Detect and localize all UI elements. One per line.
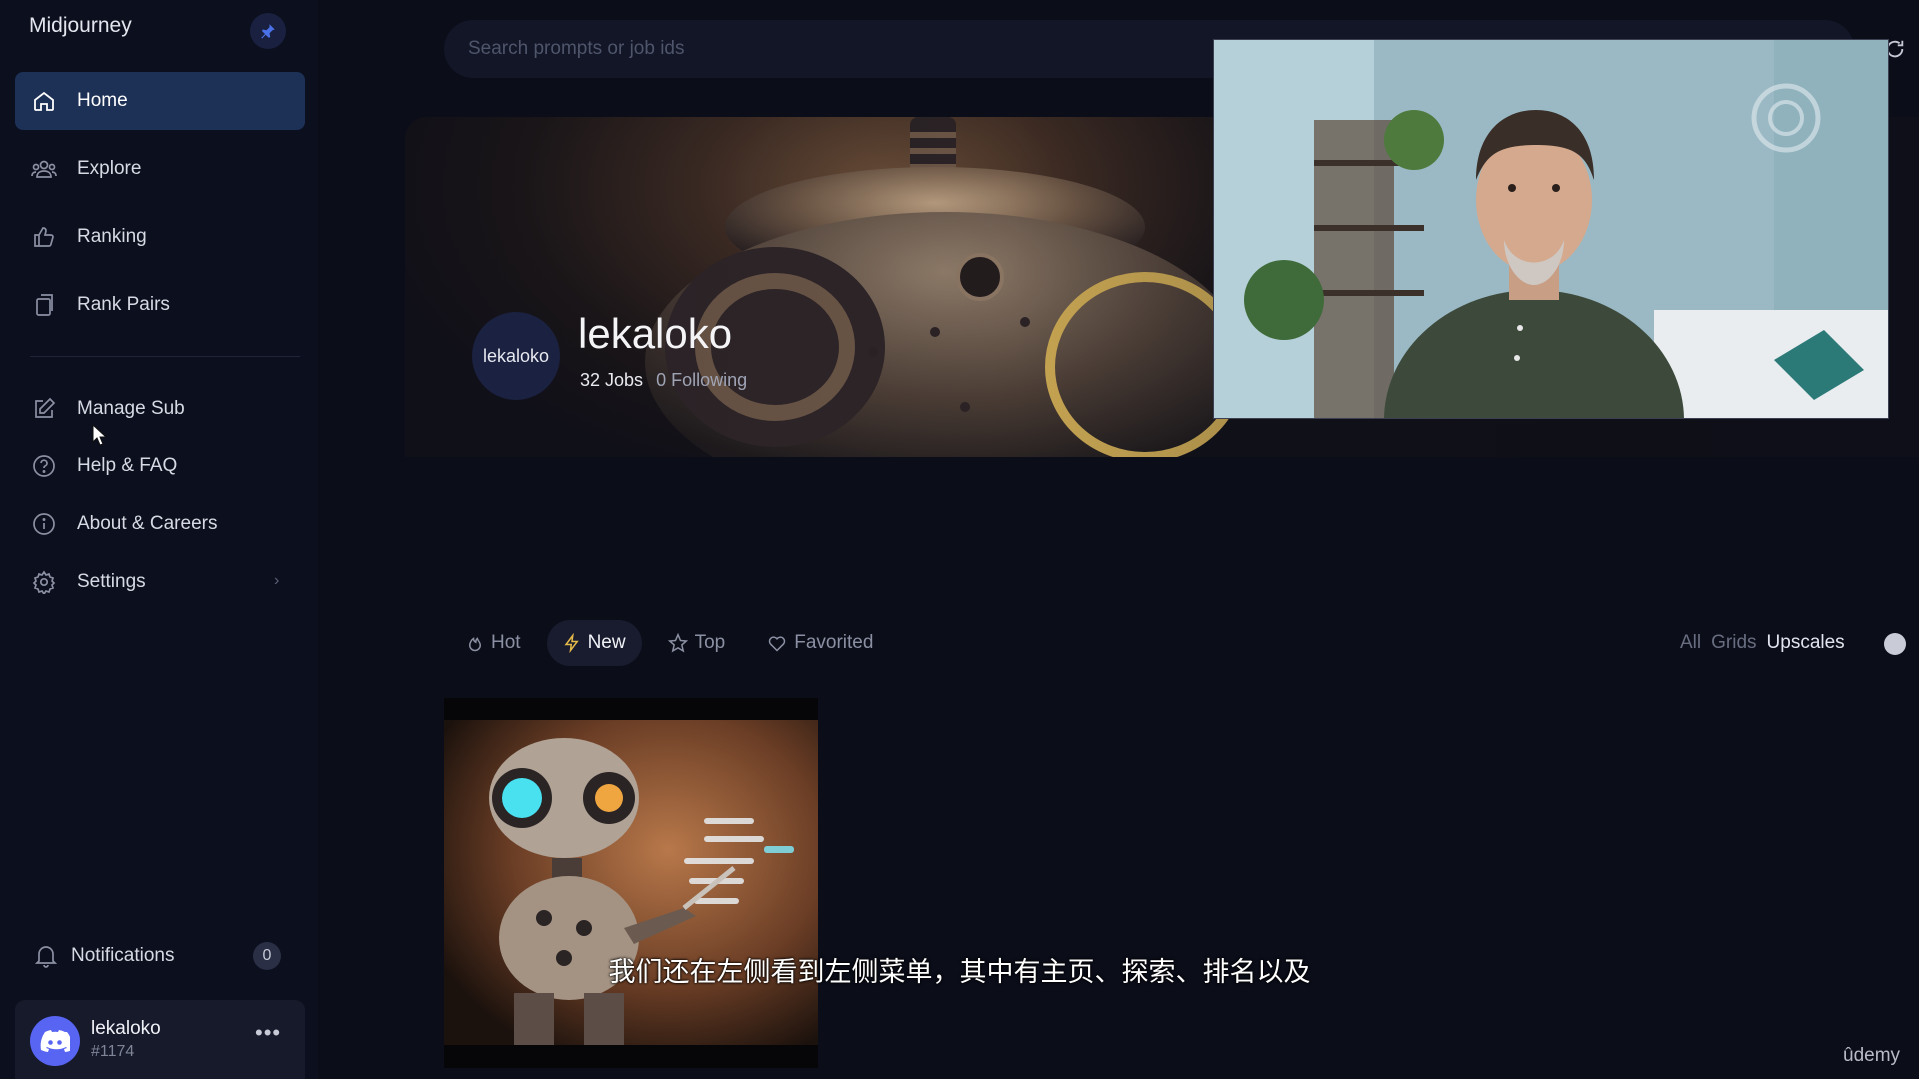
copy-icon [30,291,58,319]
search-input[interactable] [468,20,1068,78]
sidebar-item-manage-sub[interactable]: Manage Sub [15,380,305,438]
sidebar-item-label: Manage Sub [77,398,185,419]
gear-icon [30,568,58,596]
users-icon [30,155,58,183]
view-filters: All Grids Upscales [1680,632,1845,654]
sidebar-item-settings[interactable]: Settings [15,553,305,611]
info-icon [30,510,58,538]
sidebar-item-label: About & Careers [77,513,218,534]
more-options-button[interactable]: ••• [255,1020,281,1046]
avatar [30,1016,80,1066]
home-icon [30,87,58,115]
star-icon [667,633,688,653]
sidebar-item-about-careers[interactable]: About & Careers [15,495,305,553]
sidebar-item-label: Settings [77,571,146,592]
mouse-cursor-icon [92,424,108,446]
lightning-icon [564,633,579,653]
profile-name: lekaloko [578,310,733,357]
tab-favorited[interactable]: Favorited [751,620,889,666]
sidebar-item-home[interactable]: Home [15,72,305,130]
filter-upscales[interactable]: Upscales [1767,632,1845,654]
user-card[interactable]: lekaloko #1174 ••• [15,1000,305,1079]
fire-icon [468,637,482,652]
sidebar-item-label: Rank Pairs [77,294,170,315]
filter-toggle[interactable] [1884,633,1906,655]
sidebar: Midjourney Home Explore Ranking Rank Pai… [0,0,318,1079]
video-subtitle: 我们还在左侧看到左侧菜单，其中有主页、探索、排名以及 [608,957,1311,988]
chevron-right-icon: › [274,572,280,589]
filter-all[interactable]: All [1680,632,1701,654]
udemy-watermark: ûdemy [1843,1045,1901,1066]
filter-grids[interactable]: Grids [1711,632,1756,654]
tab-label: Top [694,632,726,653]
sidebar-item-label: Ranking [77,226,147,247]
following-count[interactable]: 0 Following [656,370,747,390]
heart-icon [769,636,786,652]
sidebar-item-help-faq[interactable]: Help & FAQ [15,437,305,495]
sidebar-item-label: Explore [77,158,142,179]
profile-stats: 32 Jobs 0 Following [580,370,747,391]
pin-icon [261,24,275,39]
instructor-video-overlay [1213,39,1889,419]
user-name: lekaloko [91,1018,161,1039]
tab-new[interactable]: New [546,620,642,666]
user-tag: #1174 [91,1043,135,1060]
thumbs-up-icon [30,223,58,251]
sidebar-item-ranking[interactable]: Ranking [15,208,305,266]
job-thumbnail[interactable] [444,698,818,1068]
jobs-count[interactable]: 32 Jobs [580,370,643,390]
sidebar-item-rank-pairs[interactable]: Rank Pairs [15,276,305,334]
tab-top[interactable]: Top [652,620,742,666]
sidebar-divider [30,356,300,357]
discord-icon [40,1030,70,1052]
sidebar-item-explore[interactable]: Explore [15,140,305,198]
profile-avatar[interactable]: lekaloko [472,312,560,400]
feed-tabs: Hot New Top Favorited [450,620,889,666]
pin-sidebar-button[interactable] [250,13,286,49]
tab-label: Favorited [794,632,874,653]
tab-label: Hot [491,632,521,653]
tab-label: New [587,632,626,653]
instructor-video-frame [1214,40,1888,418]
robot-artwork-image [444,720,818,1045]
tab-hot[interactable]: Hot [450,620,537,666]
app-brand[interactable]: Midjourney [29,14,132,38]
sidebar-item-label: Help & FAQ [77,455,178,476]
edit-icon [30,395,58,423]
help-circle-icon [30,452,58,480]
sidebar-item-label: Home [77,90,128,111]
